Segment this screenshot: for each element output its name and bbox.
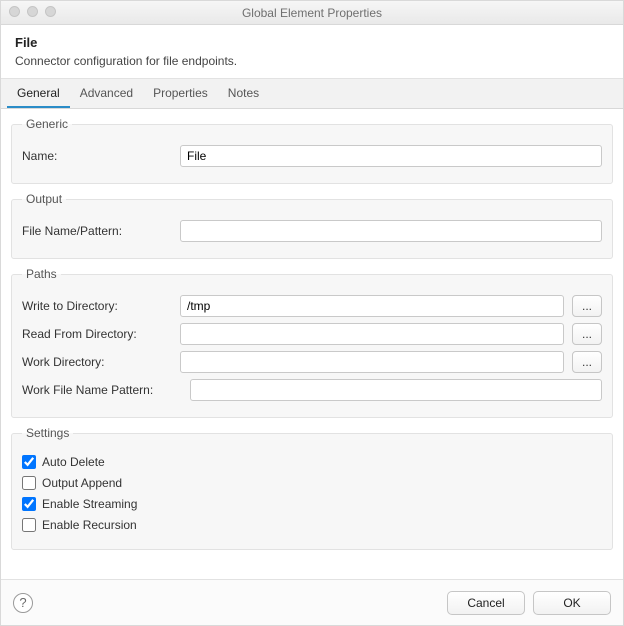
write-dir-browse-button[interactable]: ... <box>572 295 602 317</box>
row-enable-streaming: Enable Streaming <box>22 497 602 511</box>
row-work-dir: Work Directory: ... <box>22 351 602 373</box>
output-append-label: Output Append <box>42 476 122 490</box>
read-dir-input[interactable] <box>180 323 564 345</box>
cancel-button[interactable]: Cancel <box>447 591 525 615</box>
dialog-window: Global Element Properties File Connector… <box>0 0 624 626</box>
name-label: Name: <box>22 149 172 163</box>
row-name: Name: <box>22 145 602 167</box>
minimize-icon[interactable] <box>27 6 38 17</box>
group-output-legend: Output <box>22 192 66 206</box>
read-dir-label: Read From Directory: <box>22 327 172 341</box>
work-dir-browse-button[interactable]: ... <box>572 351 602 373</box>
work-file-pattern-label: Work File Name Pattern: <box>22 383 182 397</box>
help-glyph: ? <box>19 595 26 610</box>
tab-properties[interactable]: Properties <box>143 79 218 108</box>
file-name-pattern-input[interactable] <box>180 220 602 242</box>
row-enable-recursion: Enable Recursion <box>22 518 602 532</box>
work-dir-input[interactable] <box>180 351 564 373</box>
tab-notes[interactable]: Notes <box>218 79 269 108</box>
name-input[interactable] <box>180 145 602 167</box>
enable-recursion-label: Enable Recursion <box>42 518 137 532</box>
write-dir-input[interactable] <box>180 295 564 317</box>
work-file-pattern-input[interactable] <box>190 379 602 401</box>
zoom-icon[interactable] <box>45 6 56 17</box>
row-read-dir: Read From Directory: ... <box>22 323 602 345</box>
close-icon[interactable] <box>9 6 20 17</box>
tab-content: Generic Name: Output File Name/Pattern: … <box>1 109 623 579</box>
help-icon[interactable]: ? <box>13 593 33 613</box>
write-dir-label: Write to Directory: <box>22 299 172 313</box>
read-dir-browse-button[interactable]: ... <box>572 323 602 345</box>
enable-streaming-checkbox[interactable] <box>22 497 36 511</box>
group-output: Output File Name/Pattern: <box>11 192 613 259</box>
enable-streaming-label: Enable Streaming <box>42 497 137 511</box>
output-append-checkbox[interactable] <box>22 476 36 490</box>
header-heading: File <box>15 35 609 50</box>
ok-button[interactable]: OK <box>533 591 611 615</box>
row-work-file-pattern: Work File Name Pattern: <box>22 379 602 401</box>
row-file-name-pattern: File Name/Pattern: <box>22 220 602 242</box>
row-output-append: Output Append <box>22 476 602 490</box>
group-paths-legend: Paths <box>22 267 61 281</box>
tabbar: General Advanced Properties Notes <box>1 79 623 109</box>
window-controls <box>9 6 56 17</box>
file-name-pattern-label: File Name/Pattern: <box>22 224 172 238</box>
group-settings: Settings Auto Delete Output Append Enabl… <box>11 426 613 550</box>
dialog-header: File Connector configuration for file en… <box>1 25 623 79</box>
enable-recursion-checkbox[interactable] <box>22 518 36 532</box>
window-title: Global Element Properties <box>1 6 623 20</box>
group-settings-legend: Settings <box>22 426 73 440</box>
group-generic: Generic Name: <box>11 117 613 184</box>
tab-advanced[interactable]: Advanced <box>70 79 143 108</box>
auto-delete-checkbox[interactable] <box>22 455 36 469</box>
titlebar: Global Element Properties <box>1 1 623 25</box>
dialog-footer: ? Cancel OK <box>1 579 623 625</box>
header-description: Connector configuration for file endpoin… <box>15 54 609 68</box>
auto-delete-label: Auto Delete <box>42 455 105 469</box>
row-write-dir: Write to Directory: ... <box>22 295 602 317</box>
tab-general[interactable]: General <box>7 79 70 108</box>
row-auto-delete: Auto Delete <box>22 455 602 469</box>
group-generic-legend: Generic <box>22 117 72 131</box>
group-paths: Paths Write to Directory: ... Read From … <box>11 267 613 418</box>
work-dir-label: Work Directory: <box>22 355 172 369</box>
